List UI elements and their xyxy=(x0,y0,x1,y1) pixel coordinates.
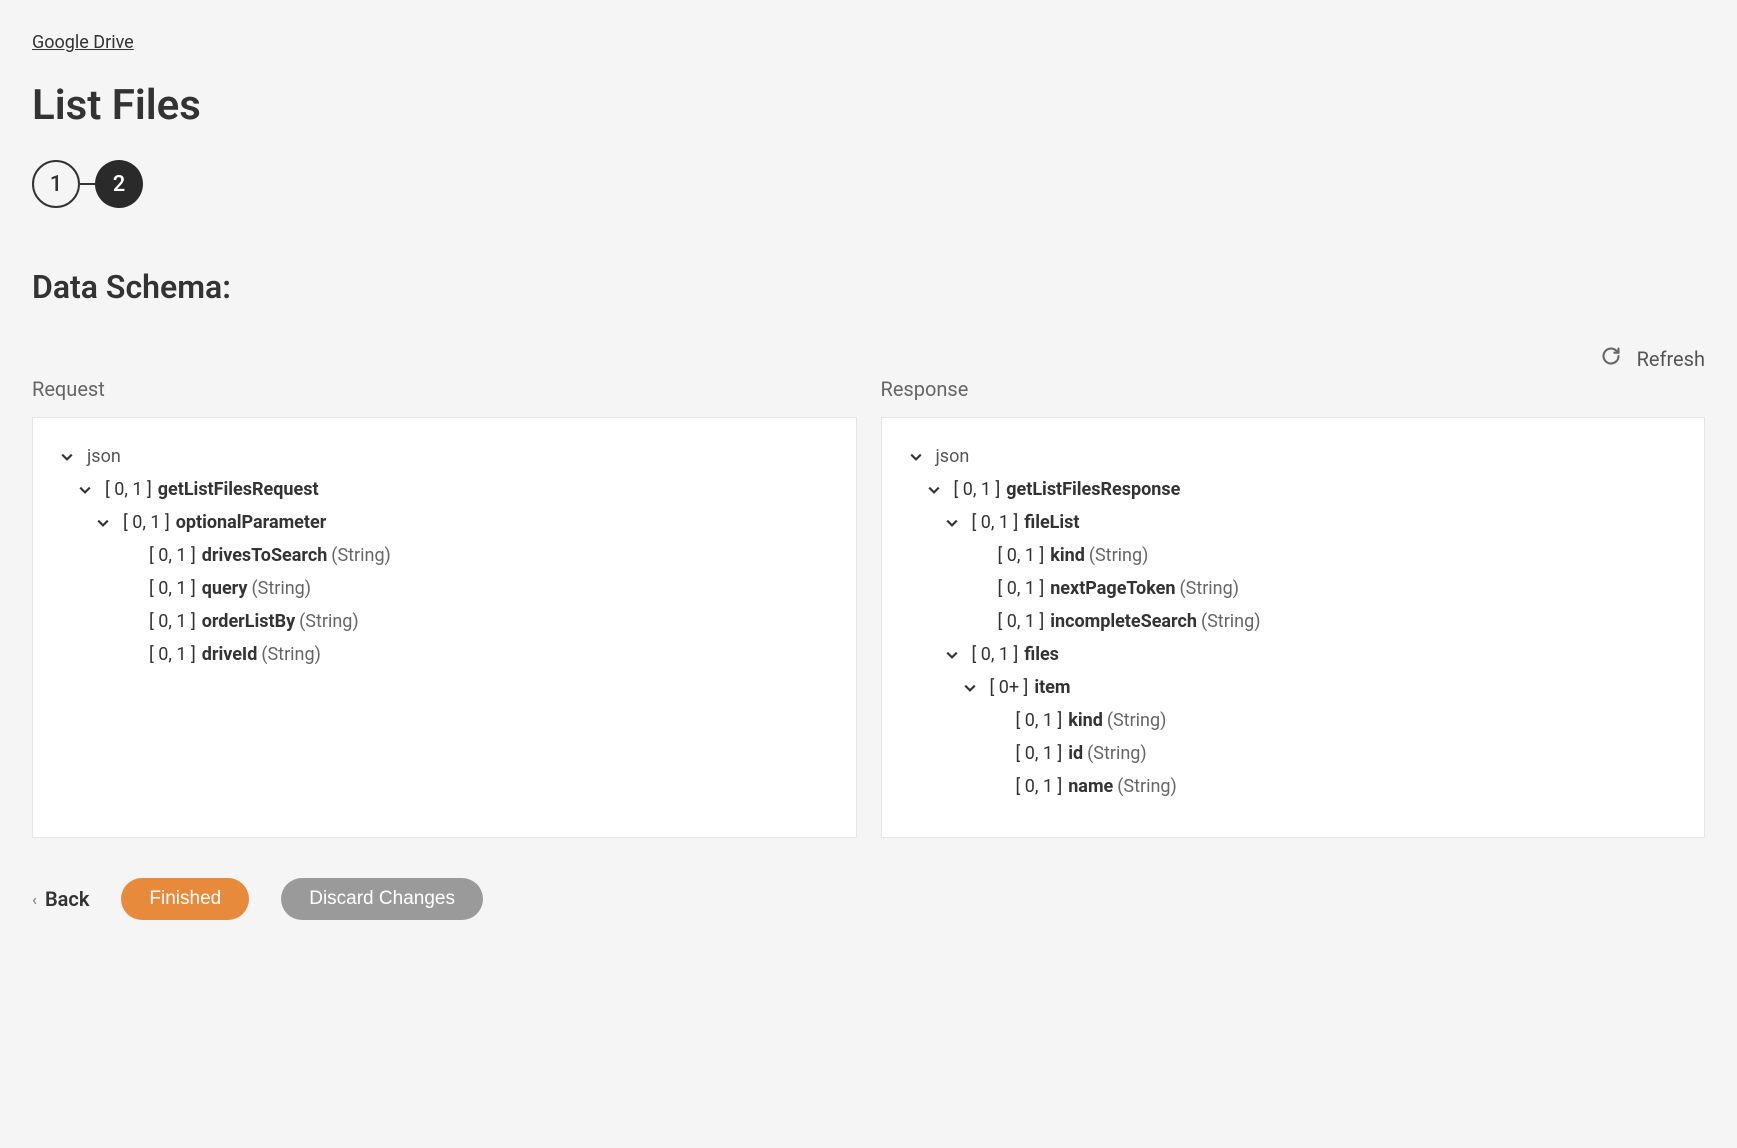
request-panel: Request json [ 0, 1 ] getListFilesReques… xyxy=(32,377,857,838)
cardinality: [ 0, 1 ] xyxy=(972,512,1019,533)
leaf-name: incompleteSearch xyxy=(1050,611,1197,632)
cardinality: [ 0+ ] xyxy=(990,677,1029,698)
step-connector xyxy=(80,183,95,185)
cardinality: [ 0, 1 ] xyxy=(149,644,196,665)
leaf-type: (String) xyxy=(1117,776,1177,797)
tree-leaf[interactable]: [ 0, 1 ]nextPageToken (String) xyxy=(972,578,1677,599)
refresh-label: Refresh xyxy=(1637,347,1705,371)
finished-button[interactable]: Finished xyxy=(121,878,249,920)
tree-leaf[interactable]: [ 0, 1 ] driveId (String) xyxy=(123,644,828,665)
cardinality: [ 0, 1 ] xyxy=(149,545,196,566)
toggle-response-files[interactable] xyxy=(946,649,964,661)
leaf-name: query xyxy=(202,578,248,599)
response-l2-name[interactable]: fileList xyxy=(1024,512,1079,533)
response-root: json xyxy=(936,446,970,467)
leaf-name: driveId xyxy=(202,644,258,665)
tree-leaf[interactable]: [ 0, 1 ]incompleteSearch (String) xyxy=(972,611,1677,632)
cardinality: [ 0, 1 ] xyxy=(998,545,1045,566)
cardinality: [ 0, 1 ] xyxy=(1016,710,1063,731)
tree-leaf[interactable]: [ 0, 1 ]name (String) xyxy=(990,776,1677,797)
leaf-type: (String) xyxy=(299,611,359,632)
request-l2-name[interactable]: optionalParameter xyxy=(176,512,327,533)
request-label: Request xyxy=(32,377,857,401)
leaf-name: orderListBy xyxy=(202,611,295,632)
response-files-name[interactable]: files xyxy=(1024,644,1059,665)
leaf-type: (String) xyxy=(261,644,321,665)
tree-leaf[interactable]: [ 0, 1 ]id (String) xyxy=(990,743,1677,764)
response-item-name[interactable]: item xyxy=(1034,677,1070,698)
toggle-request-l1[interactable] xyxy=(79,484,97,496)
section-title: Data Schema: xyxy=(32,268,1705,306)
step-1[interactable]: 1 xyxy=(32,160,80,208)
stepper: 1 2 xyxy=(32,160,1705,208)
cardinality: [ 0, 1 ] xyxy=(972,644,1019,665)
tree-leaf[interactable]: [ 0, 1 ] orderListBy (String) xyxy=(123,611,828,632)
toggle-request-l2[interactable] xyxy=(97,517,115,529)
leaf-type: (String) xyxy=(1089,545,1149,566)
step-2[interactable]: 2 xyxy=(95,160,143,208)
tree-leaf[interactable]: [ 0, 1 ] drivesToSearch (String) xyxy=(123,545,828,566)
leaf-type: (String) xyxy=(1107,710,1167,731)
toggle-response-l2[interactable] xyxy=(946,517,964,529)
response-panel: Response json [ 0, 1 ] getListFilesRespo… xyxy=(881,377,1706,838)
cardinality: [ 0, 1 ] xyxy=(105,479,152,500)
request-root: json xyxy=(87,446,121,467)
cardinality: [ 0, 1 ] xyxy=(954,479,1001,500)
leaf-type: (String) xyxy=(1179,578,1239,599)
tree-leaf[interactable]: [ 0, 1 ]kind (String) xyxy=(972,545,1677,566)
refresh-button[interactable]: Refresh xyxy=(1601,346,1705,371)
refresh-icon xyxy=(1601,346,1621,371)
tree-leaf[interactable]: [ 0, 1 ] query (String) xyxy=(123,578,828,599)
request-l1-name[interactable]: getListFilesRequest xyxy=(158,479,319,500)
leaf-type: (String) xyxy=(251,578,311,599)
leaf-name: name xyxy=(1068,776,1113,797)
discard-button[interactable]: Discard Changes xyxy=(281,878,483,920)
page-title: List Files xyxy=(32,81,1705,130)
cardinality: [ 0, 1 ] xyxy=(123,512,170,533)
leaf-name: nextPageToken xyxy=(1050,578,1175,599)
breadcrumb-link[interactable]: Google Drive xyxy=(32,32,134,53)
response-label: Response xyxy=(881,377,1706,401)
cardinality: [ 0, 1 ] xyxy=(1016,776,1063,797)
toggle-response-root[interactable] xyxy=(910,451,928,463)
cardinality: [ 0, 1 ] xyxy=(998,578,1045,599)
cardinality: [ 0, 1 ] xyxy=(998,611,1045,632)
leaf-name: kind xyxy=(1068,710,1103,731)
toggle-response-l1[interactable] xyxy=(928,484,946,496)
tree-leaf[interactable]: [ 0, 1 ]kind (String) xyxy=(990,710,1677,731)
toggle-response-item[interactable] xyxy=(964,682,982,694)
leaf-type: (String) xyxy=(1201,611,1261,632)
leaf-name: drivesToSearch xyxy=(202,545,328,566)
chevron-left-icon: ‹ xyxy=(32,890,37,909)
leaf-type: (String) xyxy=(331,545,391,566)
back-link[interactable]: ‹ Back xyxy=(32,887,89,911)
toggle-request-root[interactable] xyxy=(61,451,79,463)
response-l1-name[interactable]: getListFilesResponse xyxy=(1006,479,1180,500)
back-label: Back xyxy=(45,887,89,911)
cardinality: [ 0, 1 ] xyxy=(149,611,196,632)
leaf-name: kind xyxy=(1050,545,1085,566)
cardinality: [ 0, 1 ] xyxy=(149,578,196,599)
leaf-type: (String) xyxy=(1087,743,1147,764)
leaf-name: id xyxy=(1068,743,1083,764)
cardinality: [ 0, 1 ] xyxy=(1016,743,1063,764)
